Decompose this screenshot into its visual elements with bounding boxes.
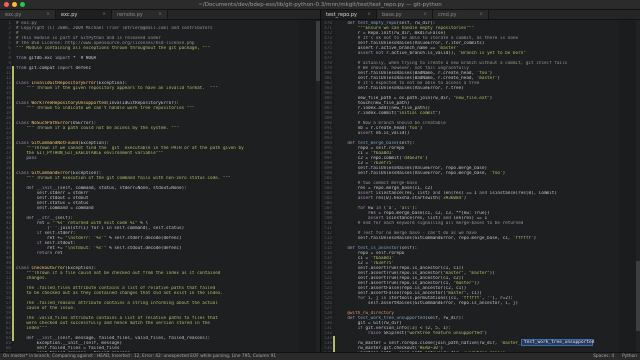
autocomplete-popup[interactable]: test_work_tree_unsupported [521, 339, 594, 346]
title-bar: ~/Documents/dev/bdep-ess/lib/git-python-… [0, 0, 640, 10]
tab-label: test_repo.py [326, 11, 357, 18]
right-scroll-thumb[interactable] [636, 261, 640, 331]
window-title: ~/Documents/dev/bdep-ess/lib/git-python-… [198, 1, 442, 8]
zoom-window-button[interactable] [20, 2, 25, 7]
right-tab[interactable]: test_repo.py × [321, 10, 377, 19]
editor-panes: exc.py × exc.py × remote.py × 1 # exc.py 2 # Cop… [0, 10, 640, 352]
tab-label: remote.py [117, 11, 143, 18]
close-tab-icon[interactable]: × [102, 12, 106, 17]
window-controls [4, 2, 25, 7]
tab-label: base.py [382, 11, 402, 18]
left-tab[interactable]: exc.py × [56, 10, 112, 19]
right-tab[interactable]: base.py × [377, 10, 433, 19]
tab-label: cmd.py [438, 11, 457, 18]
left-code-area[interactable]: 1 # exc.py 2 # Copyright (C) 2008, 2009 Mic… [0, 21, 320, 352]
status-left-text: On master* in branch, Comparing against … [3, 354, 277, 359]
close-window-button[interactable] [4, 2, 9, 7]
indentation-setting[interactable]: Spaces: 4 [593, 354, 614, 359]
tab-label: exc.py [5, 11, 22, 18]
right-editor-pane: test_repo.py × base.py × cmd.py × 470 def tes… [320, 10, 640, 352]
right-tab[interactable]: cmd.py × [433, 10, 489, 19]
left-tab-bar: exc.py × exc.py × remote.py × [0, 10, 320, 20]
autocomplete-suggestion[interactable]: test_work_tree_unsupported [524, 340, 594, 345]
syntax-setting[interactable]: Python [622, 354, 637, 359]
status-right: Spaces: 4 Python [593, 354, 637, 359]
close-tab-icon[interactable]: × [367, 12, 371, 17]
tab-label: exc.py [61, 11, 78, 18]
minimize-window-button[interactable] [12, 2, 17, 7]
close-tab-icon[interactable]: × [158, 12, 162, 17]
right-code-area[interactable]: 470 def test_empty_repo(self, rw_dir): 47… [321, 21, 640, 352]
right-scrollbar[interactable] [636, 21, 640, 352]
close-tab-icon[interactable]: × [479, 12, 483, 17]
left-tab[interactable]: exc.py × [0, 10, 56, 19]
left-minimap[interactable] [298, 21, 316, 352]
right-minimap[interactable] [618, 21, 636, 352]
status-bar: On master* in branch, Comparing against … [0, 352, 640, 360]
left-tab[interactable]: remote.py × [112, 10, 168, 19]
left-editor-pane: exc.py × exc.py × remote.py × 1 # exc.py 2 # Cop… [0, 10, 320, 352]
close-tab-icon[interactable]: × [46, 12, 50, 17]
right-tab-bar: test_repo.py × base.py × cmd.py × [321, 10, 640, 20]
close-tab-icon[interactable]: × [423, 12, 427, 17]
